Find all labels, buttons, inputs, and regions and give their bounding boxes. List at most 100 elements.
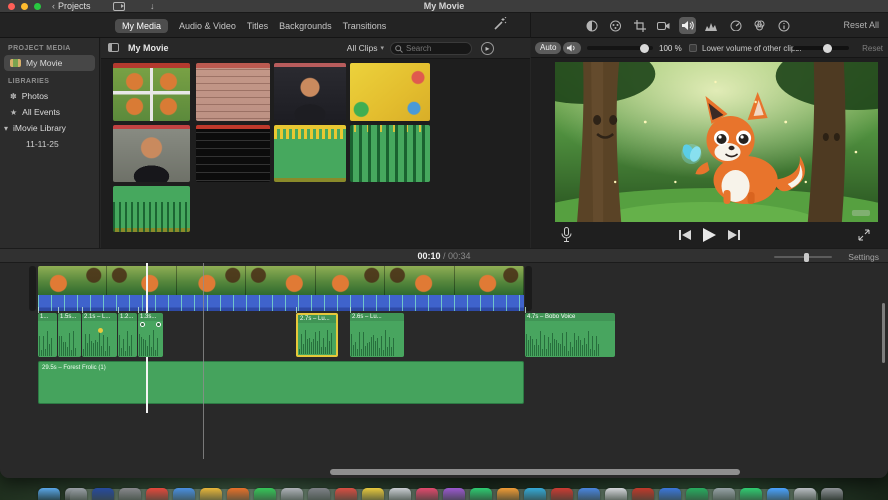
dock-app-icon[interactable] [821,488,843,500]
tab-my-media[interactable]: My Media [115,18,169,33]
color-balance-icon[interactable] [583,17,600,34]
dock-app-icon[interactable] [254,488,276,500]
dock-app-icon[interactable] [578,488,600,500]
dock-app-icon[interactable] [200,488,222,500]
fade-handle[interactable] [156,322,161,327]
volume-slider-knob[interactable] [640,43,650,53]
dock-app-icon[interactable] [227,488,249,500]
media-clip-webcam2[interactable] [113,125,190,182]
zoom-slider-knob[interactable] [804,252,809,262]
video-audio-waveform[interactable] [38,295,524,311]
lower-volume-checkbox[interactable] [689,44,697,52]
fade-handle[interactable] [140,322,145,327]
sound-clip-1[interactable]: 1... [38,313,57,357]
chevron-down-icon[interactable]: ▾ [4,124,8,133]
dock-app-icon[interactable] [281,488,303,500]
dock-app-icon[interactable] [632,488,654,500]
reset-volume-button[interactable]: Reset [862,44,883,53]
tab-titles[interactable]: Titles [247,21,268,31]
clip-filter-dropdown[interactable]: All Clips ▾ [347,43,384,53]
clip-trim-handle-left[interactable] [29,266,36,311]
sound-clip-1-3s[interactable]: 1.3s... [138,313,163,357]
media-clip-screenshot-grid[interactable] [113,63,190,121]
media-clip-audio-clip[interactable] [113,186,190,232]
timeline-settings-button[interactable]: Settings [848,252,879,262]
dock-app-icon[interactable] [686,488,708,500]
dock-app-icon[interactable] [443,488,465,500]
dock-app-icon[interactable] [362,488,384,500]
dock-app-icon[interactable] [173,488,195,500]
dock-app-icon[interactable] [551,488,573,500]
dock-app-icon[interactable] [119,488,141,500]
sound-clip-4-7s-bobo-voice[interactable]: 4.7s – Bobo Voice [525,313,615,357]
crop-icon[interactable] [631,17,648,34]
sound-clip-2-6s-lu[interactable]: 2.6s – Lu... [350,313,404,357]
tab-transitions[interactable]: Transitions [343,21,387,31]
music-clip[interactable]: 29.5s – Forest Frolic (1) [38,361,524,404]
media-clip-document[interactable] [196,63,270,121]
auto-volume-button[interactable]: Auto [535,42,562,54]
sidebar-item-imovie-library[interactable]: ▾ iMovie Library [0,120,99,136]
stabilization-icon[interactable] [655,17,672,34]
media-clip-audio-yellow[interactable] [274,125,346,182]
dock-app-icon[interactable] [146,488,168,500]
dock-app-icon[interactable] [497,488,519,500]
sound-clip-1-5s[interactable]: 1.5s... [58,313,81,357]
dock-app-icon[interactable] [659,488,681,500]
dock-app-icon[interactable] [794,488,816,500]
tab-audio-video[interactable]: Audio & Video [179,21,236,31]
media-clip-promo[interactable] [350,63,430,121]
media-clip-terminal[interactable] [196,125,270,182]
mute-button[interactable] [563,42,581,54]
search-field[interactable] [390,42,472,55]
dock-app-icon[interactable] [470,488,492,500]
lower-volume-slider[interactable] [793,43,849,53]
dock-app-icon[interactable] [389,488,411,500]
dock-app-icon[interactable] [713,488,735,500]
clip-filter-icon[interactable] [751,17,768,34]
dock-app-icon[interactable] [416,488,438,500]
dock-app-icon[interactable] [524,488,546,500]
previous-frame-button[interactable] [679,230,691,240]
dock-app-icon[interactable] [335,488,357,500]
dock-app-icon[interactable] [308,488,330,500]
sound-clip-1-2[interactable]: 1.2... [118,313,137,357]
dock-app-icon[interactable] [65,488,87,500]
media-clip-webcam[interactable] [274,63,346,121]
next-frame-button[interactable] [728,230,740,240]
sound-clip-2-7s-lu[interactable]: 2.7s – Lu... [296,313,338,357]
clip-connector-tick [138,307,139,313]
sidebar-toggle-icon[interactable] [108,43,119,52]
play-button[interactable] [703,228,716,242]
vertical-scrollbar[interactable] [882,303,885,363]
reset-all-button[interactable]: Reset All [843,20,879,30]
info-icon[interactable] [775,17,792,34]
volume-keyframe-dot[interactable] [97,328,103,333]
sidebar-item-my-movie[interactable]: My Movie [4,55,95,71]
volume-tool-icon[interactable] [679,17,696,34]
color-correction-icon[interactable] [607,17,624,34]
dock-app-icon[interactable] [767,488,789,500]
media-clip-audio-spikes[interactable] [350,125,430,182]
sidebar-item-all-events[interactable]: ★ All Events [0,104,99,120]
timeline-zoom-slider[interactable] [774,252,832,262]
noise-reduction-icon[interactable] [703,17,720,34]
search-input[interactable] [406,44,466,53]
horizontal-scrollbar[interactable] [330,469,740,475]
clip-volume-slider[interactable] [587,43,653,53]
auto-enhance-wand-icon[interactable] [492,17,509,34]
play-filtered-icon[interactable]: ▸ [481,42,494,55]
sound-clip-2-1s-l[interactable]: 2.1s – L... [82,313,117,357]
speed-icon[interactable] [727,17,744,34]
clip-trim-handle-right[interactable] [525,266,532,311]
fullscreen-icon[interactable] [858,229,870,241]
dock-app-icon[interactable] [92,488,114,500]
sidebar-item-photos[interactable]: ✽ Photos [0,88,99,104]
sidebar-item-event-date[interactable]: 11-11-25 [0,136,99,152]
dock-app-icon[interactable] [605,488,627,500]
lower-volume-knob[interactable] [822,43,832,53]
dock-app-icon[interactable] [38,488,60,500]
tab-backgrounds[interactable]: Backgrounds [279,21,332,31]
video-filmstrip[interactable] [38,266,524,295]
dock-app-icon[interactable] [740,488,762,500]
